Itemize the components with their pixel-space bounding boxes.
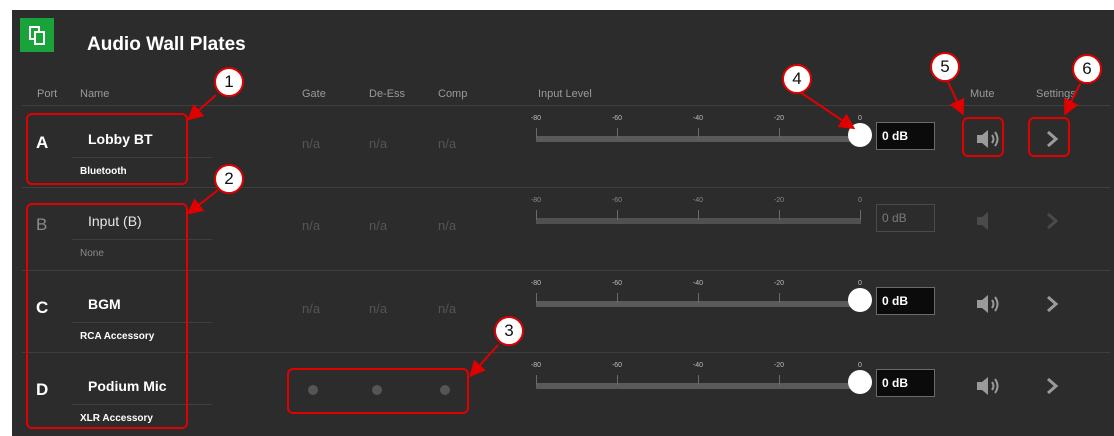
scale-label: -80 bbox=[530, 197, 542, 204]
annotation-box-1 bbox=[26, 113, 188, 185]
slider-tick bbox=[617, 210, 618, 220]
annotation-callout-3: 3 bbox=[494, 316, 524, 346]
chevron-right-icon bbox=[1047, 212, 1059, 230]
input-level-field: 0 dB bbox=[876, 204, 935, 232]
header-port: Port bbox=[37, 88, 58, 100]
scale-label: -20 bbox=[773, 280, 785, 287]
deess-value: n/a bbox=[369, 218, 388, 233]
slider-tick bbox=[698, 293, 699, 303]
slider-tick bbox=[698, 375, 699, 385]
input-level-field[interactable]: 0 dB bbox=[876, 122, 935, 150]
slider-tick bbox=[698, 210, 699, 220]
slider-tick bbox=[536, 210, 537, 220]
input-level-field[interactable]: 0 dB bbox=[876, 287, 935, 315]
scale-label: 0 bbox=[858, 197, 862, 204]
scale-label: -20 bbox=[773, 197, 785, 204]
chevron-right-icon[interactable] bbox=[1042, 292, 1062, 316]
header-gate: Gate bbox=[302, 88, 326, 100]
speaker-icon[interactable] bbox=[974, 292, 1004, 316]
scale-label: -40 bbox=[692, 362, 704, 369]
slider-tick bbox=[698, 128, 699, 138]
deess-value: n/a bbox=[369, 301, 388, 316]
page-title: Audio Wall Plates bbox=[87, 34, 246, 55]
header-name: Name bbox=[80, 88, 110, 100]
input-level-slider-handle[interactable] bbox=[848, 370, 872, 394]
scale-label: -60 bbox=[611, 197, 623, 204]
annotation-callout-5: 5 bbox=[930, 52, 960, 82]
scale-label: -60 bbox=[611, 362, 623, 369]
annotation-callout-2: 2 bbox=[214, 164, 244, 194]
gate-value: n/a bbox=[302, 301, 321, 316]
annotation-callout-4: 4 bbox=[782, 64, 812, 94]
scale-label: 0 bbox=[858, 362, 862, 369]
header-settings: Settings bbox=[1036, 88, 1076, 100]
slider-tick bbox=[617, 375, 618, 385]
comp-value: n/a bbox=[438, 218, 457, 233]
slider-tick bbox=[779, 210, 780, 220]
header-comp: Comp bbox=[438, 88, 468, 100]
copy-icon bbox=[20, 18, 54, 52]
chevron-right-icon[interactable] bbox=[1042, 374, 1062, 398]
scale-label: -80 bbox=[530, 362, 542, 369]
header-mute: Mute bbox=[970, 88, 995, 100]
slider-tick bbox=[779, 293, 780, 303]
scale-label: -60 bbox=[611, 280, 623, 287]
slider-tick bbox=[779, 128, 780, 138]
annotation-callout-1: 1 bbox=[214, 67, 244, 97]
scale-label: -20 bbox=[773, 115, 785, 122]
input-level-slider-handle[interactable] bbox=[848, 123, 872, 147]
scale-label: -40 bbox=[692, 115, 704, 122]
slider-tick bbox=[536, 128, 537, 138]
speaker-icon[interactable] bbox=[974, 374, 1004, 398]
scale-label: -80 bbox=[530, 280, 542, 287]
scale-label: -80 bbox=[530, 115, 542, 122]
header-deess: De-Ess bbox=[369, 88, 406, 100]
annotation-box-6 bbox=[1028, 117, 1070, 157]
slider-tick bbox=[536, 375, 537, 385]
scale-label: -60 bbox=[611, 115, 623, 122]
annotation-box-5 bbox=[962, 117, 1004, 157]
annotation-box-2 bbox=[26, 203, 188, 429]
scale-label: -20 bbox=[773, 362, 785, 369]
deess-value: n/a bbox=[369, 136, 388, 151]
scale-label: 0 bbox=[858, 115, 862, 122]
gate-value: n/a bbox=[302, 218, 321, 233]
comp-value: n/a bbox=[438, 136, 457, 151]
slider-tick bbox=[860, 210, 861, 220]
scale-label: 0 bbox=[858, 280, 862, 287]
speaker-icon bbox=[977, 212, 988, 230]
slider-tick bbox=[617, 293, 618, 303]
annotation-callout-6: 6 bbox=[1072, 54, 1102, 84]
header-input-level: Input Level bbox=[538, 88, 592, 100]
slider-tick bbox=[779, 375, 780, 385]
scale-label: -40 bbox=[692, 197, 704, 204]
slider-tick bbox=[536, 293, 537, 303]
comp-value: n/a bbox=[438, 301, 457, 316]
input-level-slider-handle[interactable] bbox=[848, 288, 872, 312]
input-level-field[interactable]: 0 dB bbox=[876, 369, 935, 397]
scale-label: -40 bbox=[692, 280, 704, 287]
slider-tick bbox=[617, 128, 618, 138]
gate-value: n/a bbox=[302, 136, 321, 151]
annotation-box-3 bbox=[287, 368, 469, 414]
